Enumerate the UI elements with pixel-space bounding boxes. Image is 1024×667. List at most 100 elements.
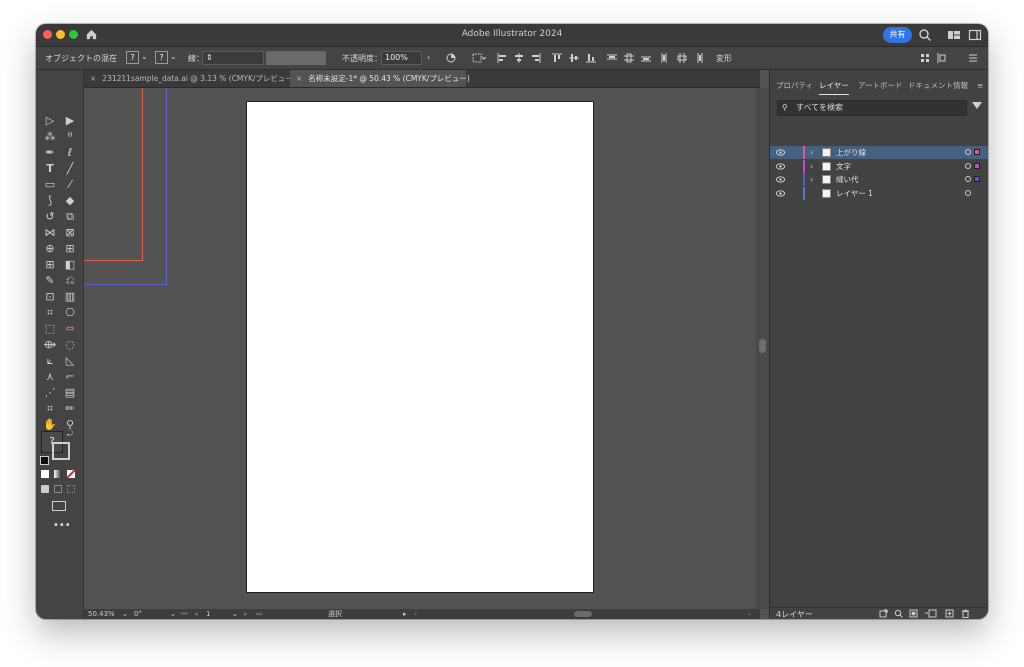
align-left-icon[interactable] <box>497 53 507 63</box>
scroll-right-icon[interactable]: › <box>748 609 751 619</box>
live-paint-tool-icon[interactable]: ⬚ <box>43 322 57 336</box>
stepper-icon[interactable]: ⇕ <box>206 53 213 62</box>
layer-selection-indicator[interactable] <box>974 149 980 155</box>
next-artboard-icon[interactable]: ▸ <box>244 609 248 619</box>
create-new-layer-icon[interactable] <box>945 609 954 618</box>
tab-layers[interactable]: レイヤー <box>819 78 849 95</box>
hand-tool-icon[interactable]: ✋ <box>43 418 57 432</box>
filter-icon[interactable] <box>972 102 982 109</box>
previous-artboard-icon[interactable]: ◂ <box>194 609 198 619</box>
shaper-tool-icon[interactable]: ⟆ <box>43 194 57 208</box>
fill-dropdown-chevron-icon[interactable]: ⌄ <box>141 52 148 61</box>
first-artboard-icon[interactable]: ⏮ <box>181 609 187 619</box>
panel-menu-icon[interactable]: ≡ <box>977 78 983 94</box>
status-menu-arrow-icon[interactable]: ▸ <box>403 609 407 619</box>
eraser-tool-icon[interactable]: ◆ <box>63 194 77 208</box>
lasso-tool-icon[interactable]: ᴽ <box>63 130 77 144</box>
tab-artboards[interactable]: アートボード <box>858 78 903 94</box>
layer-selection-indicator[interactable] <box>974 163 980 169</box>
direct-selection-tool-icon[interactable]: ▶ <box>63 114 77 128</box>
tab-document-info[interactable]: ドキュメント情報 <box>908 78 968 94</box>
layer-name[interactable]: レイヤー 1 <box>836 187 873 200</box>
anchor-point-tool-icon[interactable]: ⋏ <box>43 370 57 384</box>
stroke-swatch[interactable]: ? <box>155 51 168 64</box>
graph-data-tool-icon[interactable]: ▤ <box>63 386 77 400</box>
none-mode-icon[interactable] <box>67 470 75 478</box>
layer-row[interactable]: › 縫い代 <box>770 173 988 186</box>
width-tool-icon[interactable]: ⋈ <box>43 226 57 240</box>
screen-mode-icon[interactable] <box>52 501 66 511</box>
free-transform-tool-icon[interactable]: ⊠ <box>63 226 77 240</box>
distribute-right-icon[interactable] <box>694 53 704 63</box>
layer-name[interactable]: 縫い代 <box>836 173 859 186</box>
close-tab-icon[interactable]: × <box>90 74 96 83</box>
canvas-area[interactable] <box>84 88 754 609</box>
align-top-icon[interactable] <box>552 53 562 63</box>
color-mode-icon[interactable] <box>41 470 49 478</box>
artboard-number[interactable]: 1 <box>206 609 210 619</box>
layer-row[interactable]: › 文字 <box>770 160 988 173</box>
symbol-sprayer-tool-icon[interactable]: ⊡ <box>43 290 57 304</box>
expand-chevron-icon[interactable]: › <box>810 160 813 173</box>
join-tool-icon[interactable]: ⌐ <box>63 370 77 384</box>
panel-toggle-icon[interactable] <box>968 28 982 42</box>
vertical-scrollbar[interactable] <box>756 88 769 609</box>
pencil-tool-icon[interactable]: ✏ <box>63 402 77 416</box>
recolor-icon[interactable] <box>446 53 456 63</box>
isolate-icon[interactable] <box>920 53 930 63</box>
tab-properties[interactable]: プロパティ <box>776 78 813 94</box>
rotation-value[interactable]: 0° <box>134 609 142 619</box>
expand-chevron-icon[interactable]: › <box>810 146 813 159</box>
layer-search-input[interactable]: ⚲ すべてを検索 <box>777 100 967 116</box>
layer-row[interactable]: › 上がり線 <box>770 146 988 159</box>
warp-tool-icon[interactable]: ◌ <box>63 338 77 352</box>
edit-toolbar-more-icon[interactable]: ••• <box>53 520 71 531</box>
draw-inside-icon[interactable] <box>67 485 75 493</box>
mesh-tool-icon[interactable]: ⊞ <box>43 258 57 272</box>
stroke-dropdown-chevron-icon[interactable]: ⌄ <box>170 52 177 61</box>
layer-name[interactable]: 上がり線 <box>836 146 866 159</box>
last-artboard-icon[interactable]: ⏭ <box>256 609 262 619</box>
locate-object-icon[interactable] <box>894 609 903 618</box>
scroll-left-icon[interactable]: ‹ <box>414 609 417 619</box>
scale-tool-icon[interactable]: ⧉ <box>63 210 77 224</box>
zoom-level[interactable]: 50.43% <box>88 609 115 619</box>
artboard[interactable] <box>246 101 594 593</box>
layer-target-icon[interactable] <box>965 176 971 182</box>
magic-wand-tool-icon[interactable]: ⁂ <box>43 130 57 144</box>
zoom-chevron-icon[interactable]: ⌄ <box>122 609 128 619</box>
visibility-eye-icon[interactable] <box>776 190 785 197</box>
arrange-documents-icon[interactable] <box>936 53 950 63</box>
delete-layer-icon[interactable] <box>961 609 970 618</box>
rectangle-tool-icon[interactable]: ▭ <box>43 178 57 192</box>
distribute-bottom-icon[interactable] <box>641 53 651 63</box>
crop-image-tool-icon[interactable]: ⌗ <box>43 402 57 416</box>
align-vertical-center-icon[interactable] <box>569 53 579 63</box>
measure-tool-icon[interactable]: ⋰ <box>43 386 57 400</box>
distribute-vertical-center-icon[interactable] <box>624 53 634 63</box>
document-tab-2[interactable]: × 名称未設定-1* @ 50.43 % (CMYK/プレビュー) <box>290 70 470 87</box>
align-right-icon[interactable] <box>531 53 541 63</box>
draw-normal-icon[interactable] <box>41 485 49 493</box>
make-clipping-mask-icon[interactable] <box>909 609 918 618</box>
puppet-warp-tool-icon[interactable]: ⟴ <box>43 338 57 352</box>
layer-target-icon[interactable] <box>965 149 971 155</box>
visibility-eye-icon[interactable] <box>776 149 785 156</box>
artboard-tool-icon[interactable]: ⌗ <box>43 306 57 320</box>
close-tab-icon[interactable]: × <box>296 74 302 83</box>
control-bar-menu-icon[interactable] <box>968 53 978 63</box>
document-tab-1[interactable]: × 231211sample_data.ai @ 3.13 % (CMYK/プレビ… <box>84 70 296 87</box>
brush-definition-chevron-icon[interactable] <box>328 51 336 65</box>
variable-width-profile[interactable] <box>266 51 326 65</box>
share-button[interactable]: 共有 <box>883 27 912 43</box>
rotate-tool-icon[interactable]: ↺ <box>43 210 57 224</box>
type-tool-icon[interactable]: T <box>43 162 57 176</box>
visibility-eye-icon[interactable] <box>776 163 785 170</box>
align-bottom-icon[interactable] <box>586 53 596 63</box>
live-paint-selection-tool-icon[interactable]: ⇔ <box>63 322 77 336</box>
distribute-top-icon[interactable] <box>607 53 617 63</box>
slice-tool-icon[interactable]: ⎔ <box>63 306 77 320</box>
horizontal-scroll-thumb[interactable] <box>574 611 592 617</box>
rotation-chevron-icon[interactable]: ⌄ <box>170 609 176 619</box>
align-horizontal-center-icon[interactable] <box>514 53 524 63</box>
